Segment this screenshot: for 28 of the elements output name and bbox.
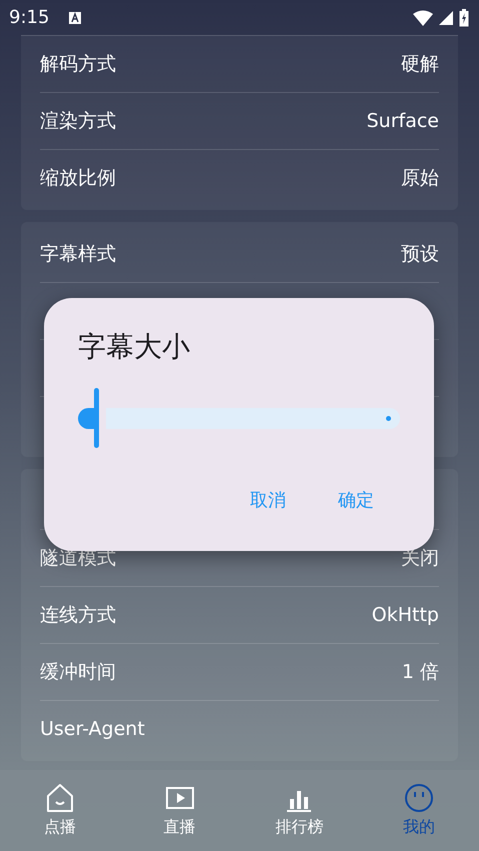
dialog-button[interactable]: 确定	[332, 484, 380, 516]
setting-label[interactable]: 字幕样式	[40, 241, 116, 267]
slider-thumb[interactable]	[94, 388, 99, 448]
nav-tab[interactable]: 点播	[0, 770, 120, 851]
dialog-button[interactable]: 取消	[244, 484, 292, 516]
setting-value: Surface	[366, 110, 439, 132]
battery-icon	[459, 8, 469, 26]
dialog-title: 字幕大小	[78, 329, 191, 365]
setting-value: OkHttp	[372, 604, 439, 626]
setting-label[interactable]: 连线方式	[40, 602, 116, 628]
setting-label[interactable]: 缩放比例	[40, 165, 116, 191]
setting-label[interactable]: 解码方式	[40, 51, 116, 77]
slider[interactable]	[78, 388, 400, 448]
nav-tab[interactable]: 我的	[359, 770, 479, 851]
face-circle-icon	[403, 783, 436, 813]
nav-tab[interactable]: 排行榜	[240, 770, 360, 851]
setting-label[interactable]: 缓冲时间	[40, 659, 116, 685]
setting-value: 1 倍	[402, 660, 439, 685]
status-time: 9:15	[9, 7, 50, 28]
wifi-icon	[413, 10, 433, 26]
setting-label[interactable]: 渲染方式	[40, 108, 116, 134]
setting-label[interactable]: User-Agent	[40, 718, 145, 740]
setting-value: 硬解	[401, 52, 439, 77]
nav-tab[interactable]: 直播	[120, 770, 240, 851]
setting-value: 预设	[401, 242, 439, 267]
notification-icon	[69, 12, 82, 24]
setting-value: 原始	[401, 166, 439, 191]
signal-icon	[439, 10, 453, 24]
